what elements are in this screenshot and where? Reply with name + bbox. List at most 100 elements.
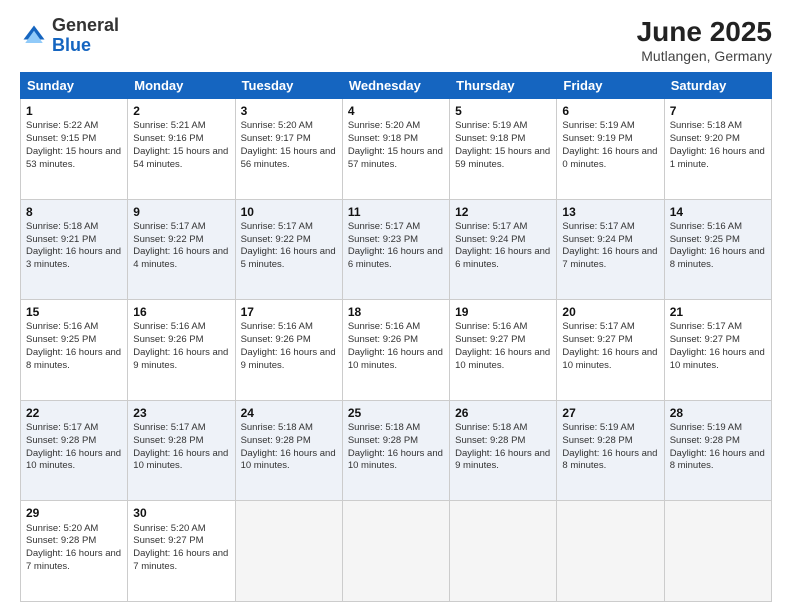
- day-info: Sunrise: 5:16 AM Sunset: 9:26 PM Dayligh…: [241, 321, 339, 370]
- day-info: Sunrise: 5:18 AM Sunset: 9:20 PM Dayligh…: [670, 120, 768, 169]
- calendar-cell: [235, 501, 342, 602]
- calendar-cell: 25Sunrise: 5:18 AM Sunset: 9:28 PM Dayli…: [342, 400, 449, 501]
- calendar-cell: [664, 501, 771, 602]
- calendar-header-row: SundayMondayTuesdayWednesdayThursdayFrid…: [21, 73, 772, 99]
- day-number: 3: [241, 103, 337, 119]
- calendar-cell: 5Sunrise: 5:19 AM Sunset: 9:18 PM Daylig…: [450, 99, 557, 200]
- day-info: Sunrise: 5:17 AM Sunset: 9:24 PM Dayligh…: [562, 221, 660, 270]
- day-number: 16: [133, 304, 229, 320]
- day-info: Sunrise: 5:19 AM Sunset: 9:18 PM Dayligh…: [455, 120, 553, 169]
- calendar-cell: 19Sunrise: 5:16 AM Sunset: 9:27 PM Dayli…: [450, 300, 557, 401]
- day-number: 20: [562, 304, 658, 320]
- calendar-cell: 23Sunrise: 5:17 AM Sunset: 9:28 PM Dayli…: [128, 400, 235, 501]
- calendar-day-header: Saturday: [664, 73, 771, 99]
- day-number: 13: [562, 204, 658, 220]
- day-number: 17: [241, 304, 337, 320]
- calendar-day-header: Sunday: [21, 73, 128, 99]
- calendar-cell: 18Sunrise: 5:16 AM Sunset: 9:26 PM Dayli…: [342, 300, 449, 401]
- calendar-cell: 7Sunrise: 5:18 AM Sunset: 9:20 PM Daylig…: [664, 99, 771, 200]
- day-number: 5: [455, 103, 551, 119]
- day-number: 28: [670, 405, 766, 421]
- day-number: 15: [26, 304, 122, 320]
- logo-blue: Blue: [52, 35, 91, 55]
- day-info: Sunrise: 5:20 AM Sunset: 9:28 PM Dayligh…: [26, 523, 124, 572]
- day-number: 29: [26, 505, 122, 521]
- calendar-cell: 22Sunrise: 5:17 AM Sunset: 9:28 PM Dayli…: [21, 400, 128, 501]
- calendar-cell: 16Sunrise: 5:16 AM Sunset: 9:26 PM Dayli…: [128, 300, 235, 401]
- calendar-day-header: Wednesday: [342, 73, 449, 99]
- calendar: SundayMondayTuesdayWednesdayThursdayFrid…: [20, 72, 772, 602]
- calendar-day-header: Monday: [128, 73, 235, 99]
- calendar-cell: 15Sunrise: 5:16 AM Sunset: 9:25 PM Dayli…: [21, 300, 128, 401]
- day-info: Sunrise: 5:17 AM Sunset: 9:24 PM Dayligh…: [455, 221, 553, 270]
- day-number: 21: [670, 304, 766, 320]
- day-info: Sunrise: 5:19 AM Sunset: 9:28 PM Dayligh…: [670, 422, 768, 471]
- calendar-cell: [557, 501, 664, 602]
- day-number: 14: [670, 204, 766, 220]
- calendar-cell: 1Sunrise: 5:22 AM Sunset: 9:15 PM Daylig…: [21, 99, 128, 200]
- calendar-cell: 28Sunrise: 5:19 AM Sunset: 9:28 PM Dayli…: [664, 400, 771, 501]
- day-number: 22: [26, 405, 122, 421]
- day-number: 18: [348, 304, 444, 320]
- calendar-week-row: 8Sunrise: 5:18 AM Sunset: 9:21 PM Daylig…: [21, 199, 772, 300]
- calendar-cell: 24Sunrise: 5:18 AM Sunset: 9:28 PM Dayli…: [235, 400, 342, 501]
- day-info: Sunrise: 5:19 AM Sunset: 9:28 PM Dayligh…: [562, 422, 660, 471]
- day-info: Sunrise: 5:20 AM Sunset: 9:27 PM Dayligh…: [133, 523, 231, 572]
- day-number: 4: [348, 103, 444, 119]
- day-number: 1: [26, 103, 122, 119]
- calendar-day-header: Friday: [557, 73, 664, 99]
- calendar-cell: 9Sunrise: 5:17 AM Sunset: 9:22 PM Daylig…: [128, 199, 235, 300]
- calendar-cell: [450, 501, 557, 602]
- day-info: Sunrise: 5:19 AM Sunset: 9:19 PM Dayligh…: [562, 120, 660, 169]
- calendar-cell: [342, 501, 449, 602]
- calendar-cell: 13Sunrise: 5:17 AM Sunset: 9:24 PM Dayli…: [557, 199, 664, 300]
- calendar-cell: 21Sunrise: 5:17 AM Sunset: 9:27 PM Dayli…: [664, 300, 771, 401]
- calendar-cell: 6Sunrise: 5:19 AM Sunset: 9:19 PM Daylig…: [557, 99, 664, 200]
- day-info: Sunrise: 5:16 AM Sunset: 9:25 PM Dayligh…: [670, 221, 768, 270]
- day-number: 27: [562, 405, 658, 421]
- day-info: Sunrise: 5:16 AM Sunset: 9:27 PM Dayligh…: [455, 321, 553, 370]
- calendar-day-header: Tuesday: [235, 73, 342, 99]
- calendar-cell: 27Sunrise: 5:19 AM Sunset: 9:28 PM Dayli…: [557, 400, 664, 501]
- logo-text: General Blue: [52, 16, 119, 56]
- day-info: Sunrise: 5:20 AM Sunset: 9:18 PM Dayligh…: [348, 120, 446, 169]
- calendar-cell: 14Sunrise: 5:16 AM Sunset: 9:25 PM Dayli…: [664, 199, 771, 300]
- day-info: Sunrise: 5:16 AM Sunset: 9:25 PM Dayligh…: [26, 321, 124, 370]
- day-info: Sunrise: 5:17 AM Sunset: 9:23 PM Dayligh…: [348, 221, 446, 270]
- day-number: 2: [133, 103, 229, 119]
- calendar-week-row: 15Sunrise: 5:16 AM Sunset: 9:25 PM Dayli…: [21, 300, 772, 401]
- calendar-cell: 17Sunrise: 5:16 AM Sunset: 9:26 PM Dayli…: [235, 300, 342, 401]
- day-number: 24: [241, 405, 337, 421]
- title-block: June 2025 Mutlangen, Germany: [637, 16, 772, 64]
- day-number: 11: [348, 204, 444, 220]
- logo: General Blue: [20, 16, 119, 56]
- logo-general: General: [52, 15, 119, 35]
- day-info: Sunrise: 5:18 AM Sunset: 9:28 PM Dayligh…: [455, 422, 553, 471]
- calendar-cell: 4Sunrise: 5:20 AM Sunset: 9:18 PM Daylig…: [342, 99, 449, 200]
- calendar-cell: 8Sunrise: 5:18 AM Sunset: 9:21 PM Daylig…: [21, 199, 128, 300]
- day-info: Sunrise: 5:21 AM Sunset: 9:16 PM Dayligh…: [133, 120, 231, 169]
- day-info: Sunrise: 5:22 AM Sunset: 9:15 PM Dayligh…: [26, 120, 124, 169]
- day-info: Sunrise: 5:17 AM Sunset: 9:22 PM Dayligh…: [133, 221, 231, 270]
- day-info: Sunrise: 5:17 AM Sunset: 9:28 PM Dayligh…: [133, 422, 231, 471]
- day-info: Sunrise: 5:18 AM Sunset: 9:28 PM Dayligh…: [241, 422, 339, 471]
- day-number: 6: [562, 103, 658, 119]
- day-number: 26: [455, 405, 551, 421]
- day-info: Sunrise: 5:20 AM Sunset: 9:17 PM Dayligh…: [241, 120, 339, 169]
- day-info: Sunrise: 5:17 AM Sunset: 9:27 PM Dayligh…: [670, 321, 768, 370]
- calendar-cell: 3Sunrise: 5:20 AM Sunset: 9:17 PM Daylig…: [235, 99, 342, 200]
- day-info: Sunrise: 5:16 AM Sunset: 9:26 PM Dayligh…: [348, 321, 446, 370]
- calendar-week-row: 29 Sunrise: 5:20 AM Sunset: 9:28 PM Dayli…: [21, 501, 772, 602]
- day-number: 8: [26, 204, 122, 220]
- calendar-cell: 11Sunrise: 5:17 AM Sunset: 9:23 PM Dayli…: [342, 199, 449, 300]
- day-number: 7: [670, 103, 766, 119]
- calendar-week-row: 1Sunrise: 5:22 AM Sunset: 9:15 PM Daylig…: [21, 99, 772, 200]
- calendar-cell: 10Sunrise: 5:17 AM Sunset: 9:22 PM Dayli…: [235, 199, 342, 300]
- day-info: Sunrise: 5:16 AM Sunset: 9:26 PM Dayligh…: [133, 321, 231, 370]
- day-number: 12: [455, 204, 551, 220]
- header: General Blue June 2025 Mutlangen, German…: [20, 16, 772, 64]
- day-number: 25: [348, 405, 444, 421]
- day-info: Sunrise: 5:17 AM Sunset: 9:28 PM Dayligh…: [26, 422, 124, 471]
- calendar-cell: 26Sunrise: 5:18 AM Sunset: 9:28 PM Dayli…: [450, 400, 557, 501]
- day-number: 23: [133, 405, 229, 421]
